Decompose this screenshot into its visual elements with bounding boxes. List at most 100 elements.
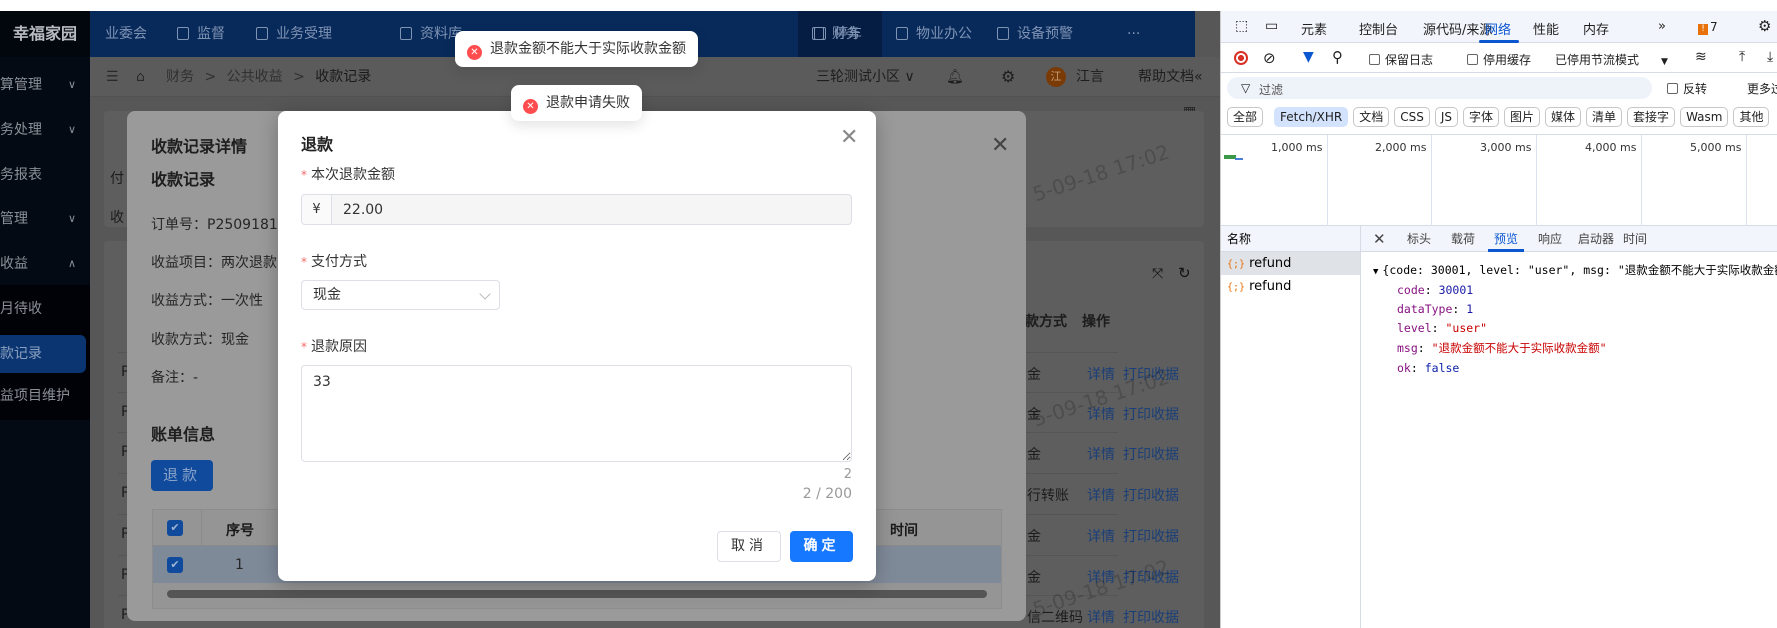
cancel-button[interactable]: 取消 bbox=[717, 531, 781, 562]
json-summary[interactable]: ▼ {code: 30001, level: "user", msg: "退款金额… bbox=[1373, 262, 1777, 278]
clear-icon[interactable]: ⊘ bbox=[1263, 49, 1276, 67]
network-conditions-icon[interactable]: ≋ bbox=[1695, 49, 1707, 65]
nav-item[interactable]: 业委会 bbox=[105, 11, 147, 57]
close-detail-icon[interactable]: ✕ bbox=[1373, 226, 1386, 252]
sidebar-item[interactable]: 收益 ∧ bbox=[0, 246, 90, 282]
detail-tab[interactable]: 时间 bbox=[1623, 226, 1647, 252]
amount-input[interactable] bbox=[332, 195, 851, 224]
detail-link[interactable]: 详情 bbox=[1087, 526, 1115, 546]
more-tabs-icon[interactable]: » bbox=[1658, 19, 1666, 34]
filter-chip[interactable]: 套接字 bbox=[1627, 107, 1676, 127]
reason-textarea[interactable]: 33 bbox=[301, 365, 852, 462]
bell-icon[interactable]: 🔔︎ bbox=[946, 57, 964, 97]
settings-gear-icon[interactable]: ⚙ bbox=[1758, 17, 1771, 35]
property-value: "user" bbox=[1445, 321, 1488, 335]
sidebar-item[interactable]: 月待收 bbox=[0, 291, 90, 327]
breadcrumb-item[interactable]: 财务 bbox=[166, 69, 194, 85]
close-icon[interactable]: ✕ bbox=[840, 127, 858, 149]
print-receipt-link[interactable]: 打印收据 bbox=[1123, 607, 1179, 627]
record-icon[interactable] bbox=[1234, 51, 1248, 65]
filter-chip[interactable]: 媒体 bbox=[1545, 107, 1582, 127]
gear-icon[interactable]: ⚙ bbox=[1001, 57, 1015, 97]
filter-chip[interactable]: 图片 bbox=[1504, 107, 1541, 127]
device-toggle-icon[interactable]: ▭ bbox=[1265, 18, 1278, 34]
nav-item[interactable]: 监督 bbox=[177, 11, 225, 57]
nav-item[interactable]: 停车 bbox=[814, 11, 862, 57]
print-receipt-link[interactable]: 打印收据 bbox=[1123, 444, 1179, 464]
detail-tab[interactable]: 载荷 bbox=[1451, 226, 1475, 252]
horizontal-scrollbar[interactable] bbox=[167, 590, 987, 598]
expand-triangle-icon[interactable]: ▼ bbox=[1373, 267, 1378, 277]
filter-input[interactable]: ▽ 过滤 bbox=[1227, 77, 1652, 99]
detail-tab[interactable]: 标头 bbox=[1407, 226, 1431, 252]
devtools-tab[interactable]: 源代码/来源 bbox=[1423, 19, 1492, 38]
nav-label: 业务受理 bbox=[276, 26, 332, 42]
nav-item[interactable]: 业务受理 bbox=[256, 11, 332, 57]
print-receipt-link[interactable]: 打印收据 bbox=[1123, 404, 1179, 424]
amount-field[interactable]: ¥ bbox=[301, 194, 852, 225]
sidebar-item-label: 管理 bbox=[0, 211, 28, 227]
nav-item[interactable]: ··· bbox=[1127, 11, 1140, 57]
print-receipt-link[interactable]: 打印收据 bbox=[1123, 485, 1179, 505]
nav-item[interactable]: 物业办公 bbox=[896, 11, 972, 57]
filter-chip[interactable]: Wasm bbox=[1680, 107, 1729, 127]
request-row[interactable]: {;} refund bbox=[1221, 252, 1360, 275]
devtools-tab[interactable]: 性能 bbox=[1533, 19, 1559, 38]
more-filters[interactable]: 更多过 bbox=[1747, 80, 1777, 97]
community-select[interactable]: 三轮测试小区 ∨ bbox=[816, 57, 915, 97]
detail-tab[interactable]: 启动器 bbox=[1578, 226, 1614, 252]
fullscreen-icon[interactable]: ⤧ bbox=[1152, 266, 1163, 282]
refund-dialog: 退款 ✕ *本次退款金额 ¥ *支付方式 现金 *退款原因 33 2 2 / 2… bbox=[278, 111, 876, 581]
sidebar-item[interactable]: 管理 ∨ bbox=[0, 201, 90, 237]
nav-item[interactable]: 设备预警 bbox=[997, 11, 1073, 57]
select-all-checkbox[interactable]: ✔ bbox=[167, 520, 183, 536]
inspect-icon[interactable]: ⬚ bbox=[1235, 18, 1248, 34]
filter-chip[interactable]: 文档 bbox=[1353, 107, 1390, 127]
refund-button[interactable]: 退款 bbox=[151, 460, 213, 491]
pay-method-select[interactable]: 现金 bbox=[301, 280, 500, 310]
request-row[interactable]: {;} refund bbox=[1221, 275, 1360, 298]
sidebar-item[interactable]: 款记录 bbox=[0, 335, 86, 373]
detail-link[interactable]: 详情 bbox=[1087, 485, 1115, 505]
devtools-tab[interactable]: 网络 bbox=[1485, 19, 1511, 38]
sidebar-item[interactable]: 算管理 ∨ bbox=[0, 67, 90, 103]
devtools-tab[interactable]: 元素 bbox=[1301, 19, 1327, 38]
filter-chip[interactable]: 字体 bbox=[1462, 107, 1499, 127]
avatar[interactable]: 江 bbox=[1046, 67, 1066, 87]
home-icon[interactable]: ⌂ bbox=[136, 57, 145, 97]
sidebar-item[interactable]: 务报表 bbox=[0, 157, 90, 193]
filter-chip[interactable]: 清单 bbox=[1586, 107, 1623, 127]
colon: : bbox=[1431, 321, 1446, 335]
filter-chip[interactable]: JS bbox=[1434, 107, 1458, 127]
filter-chip[interactable]: CSS bbox=[1394, 107, 1430, 127]
confirm-button[interactable]: 确定 bbox=[790, 531, 853, 562]
download-icon[interactable]: ⤓ bbox=[1767, 49, 1773, 65]
detail-link[interactable]: 详情 bbox=[1087, 444, 1115, 464]
devtools-tab[interactable]: 控制台 bbox=[1359, 19, 1398, 38]
breadcrumb-item[interactable]: 公共收益 bbox=[227, 69, 283, 85]
nav-item[interactable]: 资料库 bbox=[400, 11, 462, 57]
row-checkbox[interactable]: ✔ bbox=[167, 557, 183, 573]
preserve-log-checkbox[interactable]: 保留日志 bbox=[1369, 51, 1433, 68]
invert-checkbox[interactable]: 反转 bbox=[1667, 80, 1707, 97]
help-docs-link[interactable]: 帮助文档« bbox=[1138, 57, 1203, 97]
filter-chip[interactable]: 其他 bbox=[1733, 107, 1770, 127]
refresh-icon[interactable]: ↻ bbox=[1178, 264, 1191, 282]
menu-toggle-icon[interactable]: ☰ bbox=[106, 57, 119, 97]
filter-chip[interactable]: Fetch/XHR bbox=[1274, 107, 1349, 127]
disable-cache-checkbox[interactable]: 停用缓存 bbox=[1467, 51, 1531, 68]
print-receipt-link[interactable]: 打印收据 bbox=[1123, 526, 1179, 546]
sidebar-item[interactable]: 益项目维护 bbox=[0, 378, 90, 414]
throttle-select[interactable]: 已停用节流模式 ▼ bbox=[1555, 51, 1668, 68]
issues-badge[interactable]: ! 7 bbox=[1698, 20, 1718, 35]
search-icon[interactable]: ⚲ bbox=[1332, 48, 1343, 66]
detail-link[interactable]: 详情 bbox=[1087, 607, 1115, 627]
close-icon[interactable]: ✕ bbox=[991, 135, 1009, 157]
detail-tab[interactable]: 响应 bbox=[1538, 226, 1562, 252]
devtools-tab[interactable]: 内存 bbox=[1583, 19, 1609, 38]
filter-icon[interactable]: ▼ bbox=[1303, 49, 1314, 65]
upload-icon[interactable]: ⤒ bbox=[1739, 49, 1745, 65]
user-name[interactable]: 江言 bbox=[1076, 57, 1104, 97]
sidebar-item[interactable]: 务处理 ∨ bbox=[0, 112, 90, 148]
filter-chip[interactable]: 全部 bbox=[1227, 107, 1264, 127]
